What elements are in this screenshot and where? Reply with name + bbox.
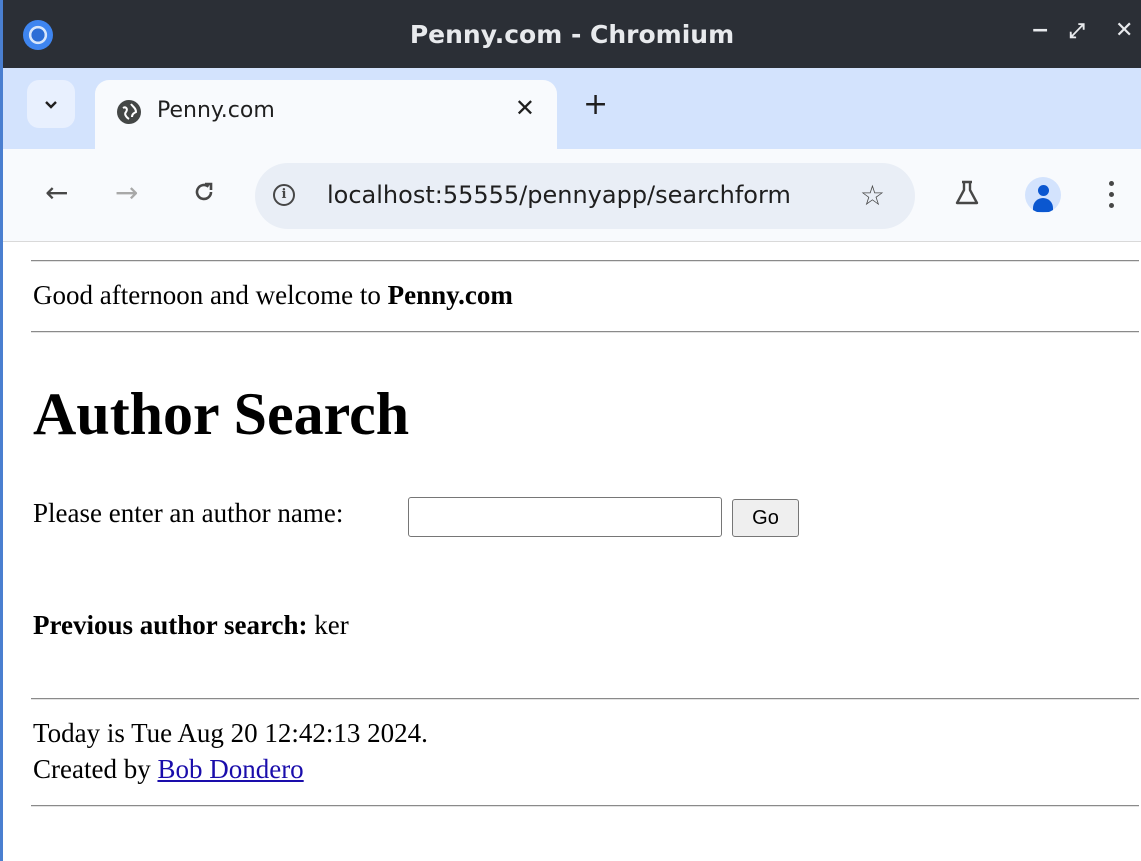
- greeting-text: Good afternoon and welcome to Penny.com: [33, 280, 513, 311]
- created-by: Created by Bob Dondero: [33, 754, 304, 785]
- author-search-input[interactable]: [408, 497, 722, 537]
- window-title: Penny.com - Chromium: [409, 20, 735, 49]
- page-content: Good afternoon and welcome to Penny.com …: [3, 242, 1141, 861]
- close-tab-icon[interactable]: ✕: [515, 94, 535, 122]
- profile-avatar-icon[interactable]: [1025, 177, 1061, 213]
- previous-search-value: ker: [307, 610, 349, 640]
- bookmark-star-icon[interactable]: ☆: [860, 179, 885, 212]
- chevron-down-icon: [45, 101, 57, 109]
- date-text: Today is Tue Aug 20 12:42:13 2024.: [33, 718, 428, 748]
- tab-penny[interactable]: Penny.com ✕: [95, 80, 557, 149]
- browser-toolbar: ← → i localhost:55555/pennyapp/searchfor…: [3, 149, 1141, 242]
- labs-flask-icon[interactable]: [953, 179, 981, 207]
- created-by-prefix: Created by: [33, 754, 158, 784]
- menu-icon[interactable]: [1103, 175, 1119, 215]
- divider: [31, 331, 1139, 333]
- tab-search-button[interactable]: [27, 80, 75, 128]
- search-label: Please enter an author name:: [33, 498, 344, 528]
- go-button[interactable]: Go: [732, 499, 799, 537]
- reload-icon[interactable]: [191, 179, 217, 210]
- previous-search-label: Previous author search:: [33, 610, 308, 640]
- previous-search: Previous author search: ker: [33, 610, 349, 641]
- greeting-site-name: Penny.com: [387, 280, 513, 310]
- title-bar: Penny.com - Chromium − ⤢ ✕: [3, 0, 1141, 68]
- author-link[interactable]: Bob Dondero: [157, 754, 303, 784]
- minimize-icon[interactable]: −: [1031, 18, 1049, 43]
- new-tab-icon[interactable]: +: [583, 90, 608, 120]
- address-bar[interactable]: i localhost:55555/pennyapp/searchform ☆: [255, 163, 915, 229]
- browser-window: Penny.com - Chromium − ⤢ ✕ Penny.com ✕ +…: [0, 0, 1141, 861]
- divider: [31, 698, 1139, 700]
- tab-title: Penny.com: [157, 98, 275, 123]
- page-title: Author Search: [33, 381, 410, 447]
- tab-strip: Penny.com ✕ +: [3, 68, 1141, 149]
- back-icon[interactable]: ←: [45, 179, 68, 207]
- close-window-icon[interactable]: ✕: [1115, 18, 1133, 43]
- forward-icon[interactable]: →: [115, 179, 138, 207]
- divider: [31, 260, 1139, 262]
- greeting-prefix: Good afternoon and welcome to: [33, 280, 388, 310]
- globe-icon: [117, 100, 141, 124]
- site-info-icon[interactable]: i: [273, 184, 295, 206]
- url-text[interactable]: localhost:55555/pennyapp/searchform: [327, 181, 791, 209]
- maximize-icon[interactable]: ⤢: [1069, 18, 1085, 42]
- divider: [31, 805, 1139, 807]
